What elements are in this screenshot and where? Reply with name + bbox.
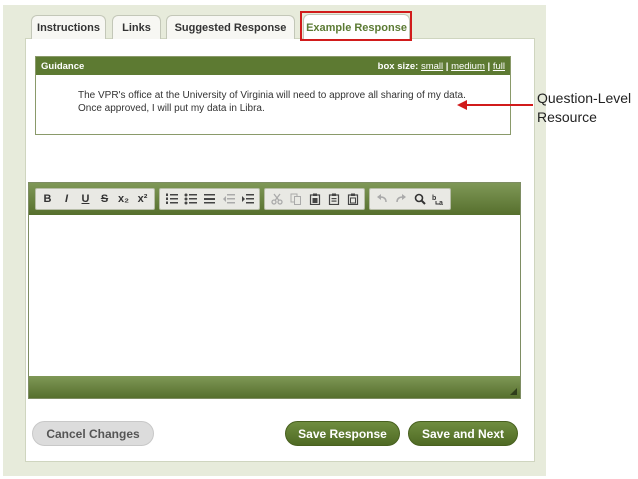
box-size-medium-link[interactable]: medium: [451, 61, 485, 72]
underline-button[interactable]: U: [76, 190, 95, 208]
paste-text-icon[interactable]: [324, 190, 343, 208]
history-group: ba: [369, 188, 451, 210]
undo-icon[interactable]: [372, 190, 391, 208]
box-size-small-link[interactable]: small: [421, 61, 443, 72]
guidance-box: Guidance box size: small | medium | full…: [35, 56, 511, 135]
annotation-arrow-icon: [457, 100, 533, 110]
svg-text:b: b: [432, 195, 436, 202]
clipboard-group: [264, 188, 365, 210]
tab-links[interactable]: Links: [112, 15, 161, 39]
strikethrough-button[interactable]: S: [95, 190, 114, 208]
guidance-header: Guidance box size: small | medium | full: [36, 57, 510, 75]
search-icon[interactable]: [410, 190, 429, 208]
paste-word-icon[interactable]: [343, 190, 362, 208]
separator: |: [487, 60, 491, 72]
tab-instructions[interactable]: Instructions: [31, 15, 106, 39]
annotation-line-1: Question-Level: [537, 90, 632, 106]
guidance-text: The VPR's office at the University of Vi…: [78, 90, 466, 114]
numbered-list-icon[interactable]: [162, 190, 181, 208]
list-group: [159, 188, 260, 210]
svg-text:a: a: [439, 200, 443, 206]
italic-button[interactable]: I: [57, 190, 76, 208]
rich-text-editor: B I U S x₂ x² b a: [28, 182, 521, 399]
indent-icon[interactable]: [238, 190, 257, 208]
outdent-icon[interactable]: [219, 190, 238, 208]
tab-suggested-response[interactable]: Suggested Response: [166, 15, 295, 39]
box-size-full-link[interactable]: full: [493, 61, 505, 72]
guidance-title: Guidance: [41, 60, 85, 72]
cancel-changes-button[interactable]: Cancel Changes: [32, 421, 154, 446]
editor-status-bar: [29, 376, 520, 398]
annotation-label: Question-Level Resource: [537, 89, 631, 127]
cut-icon[interactable]: [267, 190, 286, 208]
bold-button[interactable]: B: [38, 190, 57, 208]
format-group: B I U S x₂ x²: [35, 188, 155, 210]
separator: |: [445, 60, 449, 72]
editor-toolbar: B I U S x₂ x² b a: [29, 183, 520, 215]
annotation-line-2: Resource: [537, 109, 597, 125]
paste-icon[interactable]: [305, 190, 324, 208]
box-size-controls: box size: small | medium | full: [378, 61, 505, 72]
copy-icon[interactable]: [286, 190, 305, 208]
redo-icon[interactable]: [391, 190, 410, 208]
highlight-box: [300, 11, 412, 41]
box-size-label: box size:: [377, 60, 419, 72]
horizontal-rule-icon[interactable]: [200, 190, 219, 208]
bullet-list-icon[interactable]: [181, 190, 200, 208]
save-response-button[interactable]: Save Response: [285, 421, 400, 446]
editor-text-area[interactable]: [29, 215, 520, 376]
save-and-next-button[interactable]: Save and Next: [408, 421, 518, 446]
subscript-button[interactable]: x₂: [114, 190, 133, 208]
superscript-button[interactable]: x²: [133, 190, 152, 208]
resize-handle-icon[interactable]: [510, 388, 517, 395]
replace-icon[interactable]: ba: [429, 190, 448, 208]
